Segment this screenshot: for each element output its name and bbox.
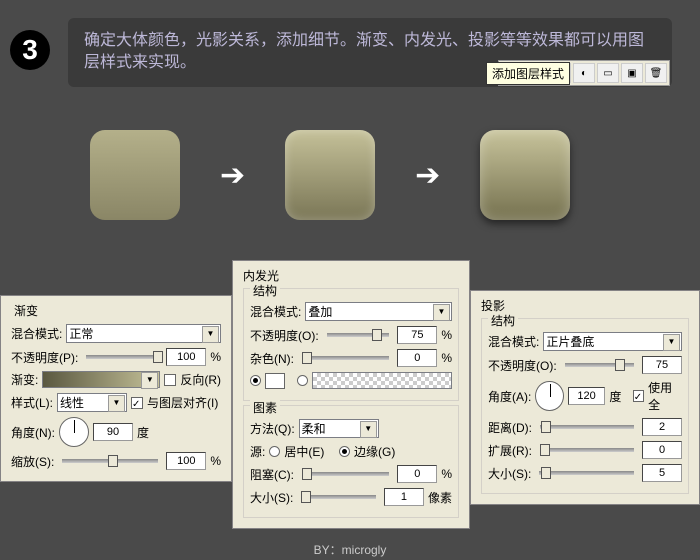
method-label: 方法(Q): [250,420,295,437]
color-radio[interactable] [250,375,261,386]
source-label: 源: [250,443,265,460]
inner-glow-panel: 内发光 结构 混合模式:叠加 不透明度(O):75% 杂色(N):0% 图素 方… [232,260,470,529]
spread-label: 扩展(R): [488,442,532,459]
size-label: 大小(S): [250,489,293,506]
opacity-label: 不透明度(P): [11,349,78,366]
opacity-slider[interactable] [327,333,390,337]
arrow-icon: ➔ [220,158,245,193]
size-input[interactable]: 1 [384,488,424,506]
reverse-label: 反向(R) [180,371,221,388]
reverse-checkbox[interactable] [164,374,176,386]
choke-label: 阻塞(C): [250,466,294,483]
angle-input[interactable]: 120 [568,387,606,405]
blend-mode-label: 混合模式: [11,325,62,342]
style-label: 样式(L): [11,394,53,411]
sample-square-1 [90,130,180,220]
drop-shadow-panel: 投影 结构 混合模式:正片叠底 不透明度(O):75 角度(A):120度 使用… [470,290,700,505]
choke-input[interactable]: 0 [397,465,437,483]
angle-dial[interactable] [59,417,89,447]
opacity-label: 不透明度(O): [488,357,557,374]
glow-gradient[interactable] [312,372,452,389]
credit-text: BY：microgly [0,541,700,558]
distance-slider[interactable] [540,425,634,429]
opacity-input[interactable]: 75 [642,356,682,374]
blend-mode-label: 混合模式: [488,333,539,350]
align-label: 与图层对齐(I) [147,394,218,411]
new-icon[interactable]: ▣ [621,63,643,83]
size-slider[interactable] [301,495,376,499]
step-number-badge: 3 [10,30,50,70]
global-light-checkbox[interactable] [633,390,644,402]
angle-dial[interactable] [535,381,563,411]
opacity-slider[interactable] [86,355,158,359]
size-label: 大小(S): [488,465,531,482]
gradient-label: 渐变: [11,371,38,388]
method-combo[interactable]: 柔和 [299,419,379,438]
arrow-icon: ➔ [415,158,440,193]
gradient-preview[interactable] [42,371,160,388]
blend-mode-label: 混合模式: [250,303,301,320]
distance-input[interactable]: 2 [642,418,682,436]
struct-legend: 结构 [250,282,280,299]
size-slider[interactable] [539,471,634,475]
spread-slider[interactable] [540,448,634,452]
size-input[interactable]: 5 [642,464,682,482]
opacity-slider[interactable] [565,363,634,367]
blend-mode-combo[interactable]: 叠加 [305,302,452,321]
blend-mode-combo[interactable]: 正片叠底 [543,332,682,351]
gradient-panel: 渐变 混合模式:正常 不透明度(P):100% 渐变:反向(R) 样式(L):线… [0,295,232,482]
struct-legend: 结构 [488,312,518,329]
opacity-input[interactable]: 100 [166,348,206,366]
progression-row: ➔ ➔ [90,130,570,220]
align-checkbox[interactable] [131,397,143,409]
sample-square-2 [285,130,375,220]
folder-icon[interactable]: ▭ [597,63,619,83]
scale-label: 缩放(S): [11,453,54,470]
elements-legend: 图素 [250,399,280,416]
adjust-icon[interactable]: ◐ [573,63,595,83]
angle-label: 角度(A): [488,388,531,405]
choke-slider[interactable] [302,472,389,476]
tooltip-add-layer-style: 添加图层样式 [486,62,570,85]
noise-label: 杂色(N): [250,350,294,367]
source-edge-radio[interactable] [339,446,350,457]
opacity-input[interactable]: 75 [397,326,437,344]
noise-slider[interactable] [302,356,389,360]
angle-input[interactable]: 90 [93,423,133,441]
noise-input[interactable]: 0 [397,349,437,367]
spread-input[interactable]: 0 [642,441,682,459]
blend-mode-combo[interactable]: 正常 [66,324,221,343]
style-combo[interactable]: 线性 [57,393,127,412]
sample-square-3 [480,130,570,220]
scale-slider[interactable] [62,459,158,463]
gradient-radio[interactable] [297,375,308,386]
scale-input[interactable]: 100 [166,452,206,470]
angle-label: 角度(N): [11,424,55,441]
panel-title: 渐变 [11,302,221,319]
source-center-radio[interactable] [269,446,280,457]
distance-label: 距离(D): [488,419,532,436]
opacity-label: 不透明度(O): [250,327,319,344]
color-swatch[interactable] [265,373,285,389]
trash-icon[interactable]: 🗑 [645,63,667,83]
